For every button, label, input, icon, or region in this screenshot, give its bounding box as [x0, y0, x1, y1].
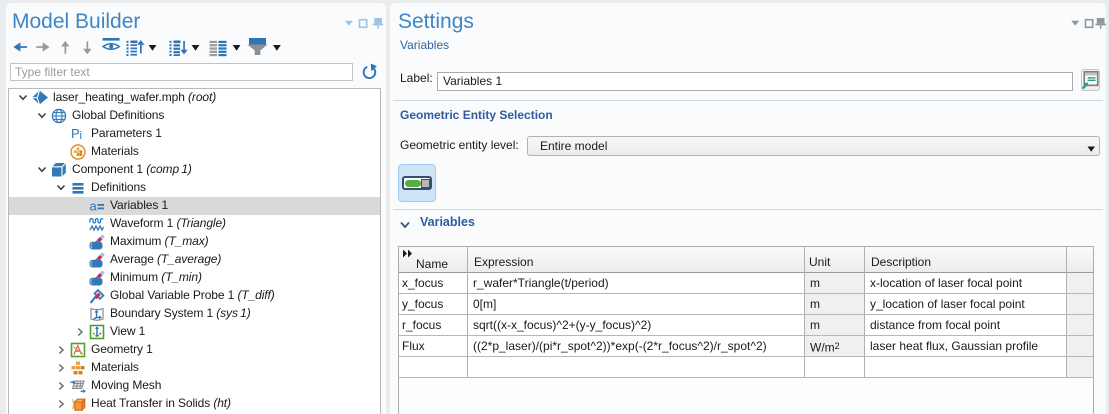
svg-text:a: a: [90, 199, 98, 214]
svg-text:i: i: [80, 130, 82, 142]
svg-text:P: P: [71, 126, 80, 141]
